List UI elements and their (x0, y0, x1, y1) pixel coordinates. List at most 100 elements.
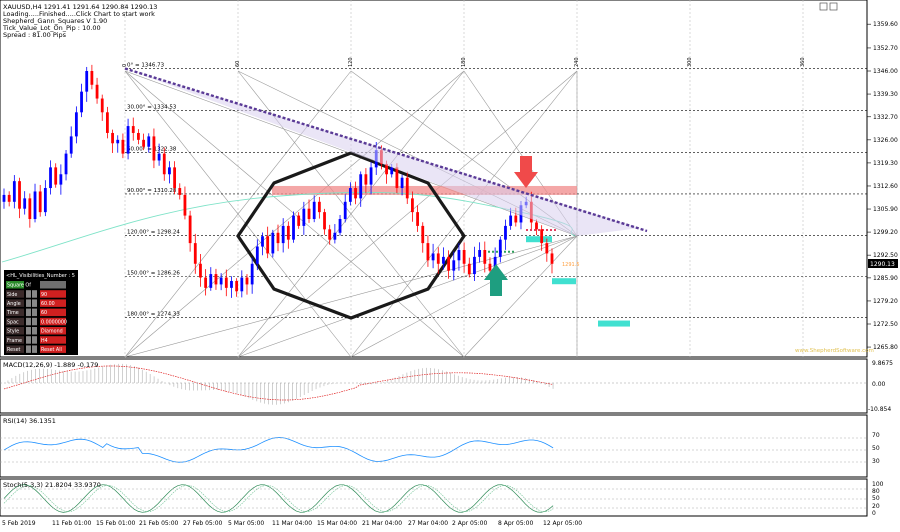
candle-body (545, 243, 549, 254)
candle-body (111, 132, 114, 144)
dialog-row-value-bg (40, 281, 66, 289)
candle-body (405, 177, 409, 199)
time-tick-label: 27 Mar 04:00 (408, 520, 448, 527)
candle-body (245, 277, 249, 285)
dialog-title: <HL_Visibilities_Number : 5 (6, 273, 75, 279)
rsi-panel[interactable] (0, 414, 868, 478)
candle-body (157, 153, 161, 161)
dialog-row-value: Diamond (41, 329, 63, 335)
rsi-tick-30: 30 (872, 458, 880, 465)
candle-body (95, 84, 99, 99)
time-tick-label: 12 Apr 05:00 (543, 520, 582, 527)
candle-body (307, 208, 311, 220)
rsi-label: RSI(14) 36.1351 (3, 417, 56, 425)
rsi-tick-70: 70 (872, 432, 880, 439)
stoch-tick-80: 80 (872, 488, 880, 495)
dialog-plus-button (32, 336, 37, 344)
dialog-row-label: Style (7, 329, 19, 335)
candle-body (255, 246, 259, 264)
candle-body (38, 191, 42, 213)
candle-body (271, 232, 275, 254)
time-grid-label: 180 (461, 57, 467, 67)
gann-level-label: 90.00° = 1310.28 (127, 188, 177, 194)
candle-body (69, 136, 73, 154)
candle-body (250, 263, 254, 285)
price-tick-label: 1359.60 (873, 21, 898, 28)
candle-body (168, 167, 171, 175)
candle-body (28, 198, 32, 220)
price-tick-label: 1292.50 (873, 252, 898, 259)
stoch-tick-100: 100 (872, 481, 884, 488)
candle-body (230, 280, 233, 288)
candle-body (276, 232, 280, 244)
gann-level-label: 0° = 1346.73 (127, 62, 165, 68)
candle-body (442, 256, 445, 264)
time-tick-label: 8 Apr 05:00 (498, 520, 533, 527)
current-price-label: 1290.13 (870, 261, 895, 268)
dialog-plus-button (32, 290, 37, 298)
candle-body (183, 194, 187, 216)
stoch-panel[interactable] (0, 478, 868, 517)
dialog-plus-button (32, 327, 37, 335)
candle-body (323, 212, 326, 230)
price-tick-label: 1279.20 (873, 298, 898, 305)
candle-body (7, 194, 11, 202)
candle-body (281, 225, 285, 244)
candle-body (147, 136, 151, 147)
time-tick-label: 21 Mar 04:00 (362, 520, 402, 527)
watermark: www.ShepherdSoftware.com (795, 348, 874, 354)
candle-body (188, 215, 192, 244)
macd-tick-bottom: -10.854 (868, 406, 891, 413)
candle-body (90, 71, 94, 85)
candle-body (462, 249, 466, 264)
candle-body (514, 215, 518, 223)
price-tick-label: 1332.70 (873, 114, 898, 121)
dialog-row-value: 90 (41, 292, 47, 298)
dialog-minus-button (26, 317, 31, 326)
dialog-row-value: 0.0000000 (41, 319, 67, 325)
dialog-row-value: Reset All (41, 347, 62, 353)
time-tick-label: 15 Mar 04:00 (317, 520, 357, 527)
candle-body (162, 153, 166, 175)
candle-body (214, 274, 218, 285)
support-zone (552, 278, 576, 285)
time-tick-label: 5 Mar 05:00 (228, 520, 264, 527)
chart-canvas[interactable]: 0 60 120 180 240 300 360 0° = 1346.73 30.00° = … (0, 0, 900, 528)
candle-body (390, 167, 394, 175)
dialog-minus-button (26, 308, 31, 317)
chart-window: { "header": { "symbol_line": "XAUUSD,H4 … (0, 0, 900, 528)
candle-body (317, 201, 321, 213)
candle-body (359, 174, 363, 199)
candle-body (224, 277, 228, 288)
candle-body (488, 263, 492, 271)
macd-label: MACD(12,26,9) -1.889 -0.179 (3, 361, 98, 369)
time-tick-label: 2 Apr 05:00 (452, 520, 487, 527)
dialog-minus-button (26, 336, 31, 344)
time-tick-label: 21 Feb 05:00 (139, 520, 179, 527)
dialog-row-label: Time (6, 310, 19, 316)
gann-settings-dialog[interactable]: <HL_Visibilities_Number : 5 Square Of Sid… (4, 270, 78, 355)
candle-body (297, 215, 301, 226)
price-tick-label: 1346.00 (873, 68, 898, 75)
dialog-row-label: Spac (7, 319, 19, 325)
candle-body (193, 243, 197, 264)
candle-body (333, 232, 337, 240)
dialog-row-label: Angle (7, 301, 21, 307)
macd-tick-zero: 0.00 (872, 381, 886, 388)
dialog-plus-button (32, 299, 37, 307)
gann-level-label: 60.00° = 1322.38 (127, 146, 177, 152)
candle-body (457, 249, 461, 261)
candle-body (261, 236, 264, 247)
candle-body (395, 167, 399, 189)
time-tick-label: 15 Feb 01:00 (96, 520, 136, 527)
candle-body (43, 188, 47, 213)
time-tick-label: 11 Feb 01:00 (52, 520, 92, 527)
candle-body (54, 167, 58, 185)
price-tick-label: 1305.90 (873, 206, 898, 213)
candle-body (535, 222, 538, 230)
stoch-label: Stoch(5,3,3) 21.8204 33.9370 (3, 481, 101, 489)
candle-body (478, 249, 482, 257)
candle-body (80, 91, 83, 113)
candle-body (328, 229, 332, 240)
dialog-plus-button (32, 345, 37, 353)
